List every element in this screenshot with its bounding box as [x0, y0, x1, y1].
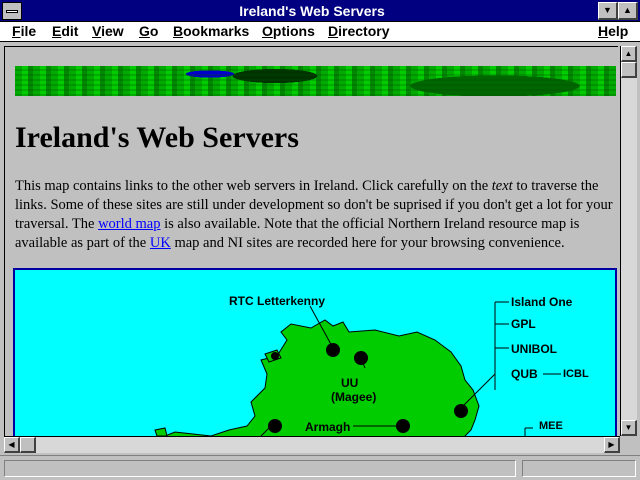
menu-help[interactable]: Help [598, 23, 628, 39]
scroll-left-icon[interactable]: ◀ [4, 437, 20, 453]
status-text [4, 460, 516, 477]
map-link-armagh[interactable]: Armagh [305, 420, 350, 434]
map-link-icbl[interactable]: ICBL [563, 368, 589, 380]
site-dot-west [268, 419, 282, 433]
maximize-icon[interactable]: ▲ [618, 2, 638, 20]
menu-file[interactable]: File [12, 23, 36, 39]
map-link-gpl[interactable]: GPL [511, 317, 536, 331]
uk-link[interactable]: UK [150, 235, 171, 251]
menu-bookmarks[interactable]: Bookmarks [173, 23, 249, 39]
intro-paragraph: This map contains links to the other web… [15, 177, 615, 253]
site-dot-small [271, 352, 279, 360]
status-bar [0, 455, 640, 480]
page-heading: Ireland's Web Servers [15, 121, 299, 154]
scroll-down-icon[interactable]: ▼ [621, 420, 637, 436]
map-link-uu[interactable]: UU [341, 376, 358, 390]
map-link-qub[interactable]: QUB [511, 367, 538, 381]
map-link-rtc-letterkenny[interactable]: RTC Letterkenny [229, 294, 325, 308]
paragraph-text: map and NI sites are recorded here for y… [170, 235, 565, 251]
emphasis-text: text [491, 178, 513, 194]
horizontal-scrollbar[interactable]: ◀ ▶ [4, 436, 620, 453]
horizontal-scroll-track[interactable] [20, 437, 604, 453]
menu-directory[interactable]: Directory [328, 23, 389, 39]
menu-view[interactable]: View [92, 23, 124, 39]
land-speck [154, 427, 168, 436]
horizontal-scroll-thumb[interactable] [20, 437, 36, 453]
browser-window: Ireland's Web Servers ▼ ▲ File Edit View… [0, 0, 640, 480]
scroll-up-icon[interactable]: ▲ [621, 46, 637, 62]
vertical-scroll-thumb[interactable] [621, 62, 637, 78]
menu-bar: File Edit View Go Bookmarks Options Dire… [0, 22, 640, 42]
site-dot-armagh [396, 419, 410, 433]
menu-go[interactable]: Go [139, 23, 158, 39]
site-dot-rtc [326, 343, 340, 357]
map-link-uu-magee[interactable]: (Magee) [331, 390, 376, 404]
minimize-icon[interactable]: ▼ [598, 2, 618, 20]
map-link-island-one[interactable]: Island One [511, 295, 572, 309]
land-mass [163, 319, 480, 436]
document-view[interactable]: Ireland's Web Servers This map contains … [4, 46, 618, 436]
ireland-map[interactable]: RTC Letterkenny Island One GPL UNIBOL QU… [13, 268, 617, 436]
world-map-link[interactable]: world map [98, 216, 160, 232]
vertical-scroll-track[interactable] [621, 62, 637, 420]
map-link-mee[interactable]: MEE [539, 420, 563, 432]
site-dot-qub [454, 404, 468, 418]
title-bar[interactable]: Ireland's Web Servers ▼ ▲ [0, 0, 640, 22]
map-link-unibol[interactable]: UNIBOL [511, 342, 557, 356]
menu-options[interactable]: Options [262, 23, 315, 39]
window-title: Ireland's Web Servers [239, 3, 385, 19]
progress-indicator [522, 460, 636, 477]
paragraph-text: This map contains links to the other web… [15, 178, 492, 194]
vertical-scrollbar[interactable]: ▲ ▼ [620, 46, 637, 436]
scroll-right-icon[interactable]: ▶ [604, 437, 620, 453]
system-menu-icon[interactable] [2, 2, 22, 20]
banner-image [15, 66, 616, 96]
site-dot-magee [354, 351, 368, 365]
menu-edit[interactable]: Edit [52, 23, 78, 39]
